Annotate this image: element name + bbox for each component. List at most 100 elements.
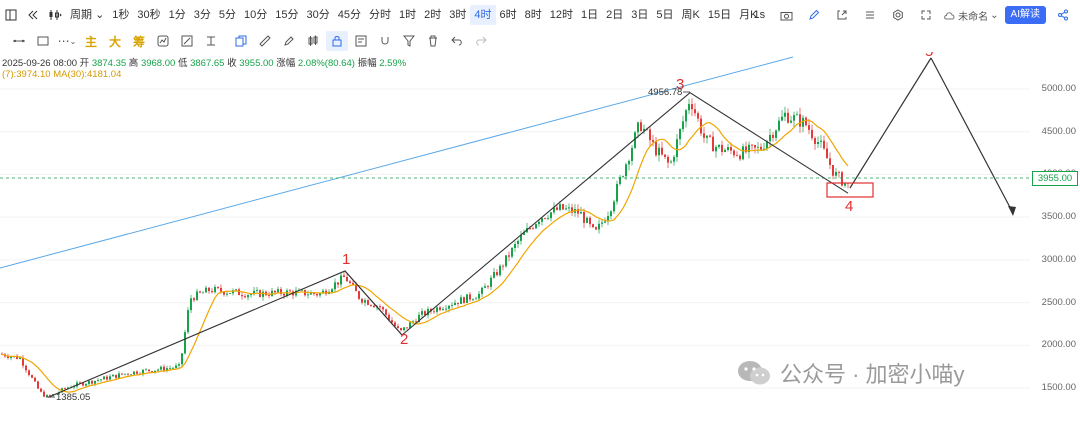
magnet-icon[interactable] (374, 31, 396, 51)
candle-body (694, 109, 696, 114)
pen-icon[interactable] (804, 5, 824, 25)
chevron-down-icon: ⌄ (95, 9, 105, 21)
candle-body (757, 146, 759, 148)
target-box[interactable] (826, 182, 874, 198)
timeframe-12[interactable]: 3时 (445, 5, 470, 25)
indicator-icon[interactable] (152, 31, 174, 51)
timeframe-16[interactable]: 12时 (546, 5, 577, 25)
candle-body (676, 139, 678, 157)
timeframe-15[interactable]: 8时 (521, 5, 546, 25)
ma-line (1, 119, 849, 393)
layout-icon[interactable] (1, 5, 21, 25)
projection-down-line[interactable] (930, 57, 1014, 214)
timeframe-14[interactable]: 6时 (496, 5, 521, 25)
timeframe-1[interactable]: 30秒 (133, 5, 164, 25)
projection-up-line[interactable] (849, 57, 932, 189)
timeframe-19[interactable]: 3日 (627, 5, 652, 25)
candle-body (739, 155, 741, 160)
camera-icon[interactable] (776, 5, 796, 25)
list-icon[interactable] (860, 5, 880, 25)
candle-body (517, 240, 519, 244)
timeframe-9[interactable]: 分时 (365, 5, 395, 25)
export-icon[interactable] (832, 5, 852, 25)
timeframe-0[interactable]: 1秒 (108, 5, 133, 25)
wave-path[interactable] (47, 92, 849, 398)
period-dropdown[interactable]: 周期 ⌄ (66, 5, 108, 25)
timeframe-10[interactable]: 1时 (395, 5, 420, 25)
timeframe-22[interactable]: 15日 (704, 5, 735, 25)
price-axis-label: 3000.00 (1041, 253, 1076, 265)
timeframe-21[interactable]: 周K (678, 5, 704, 25)
candle-body (220, 287, 222, 292)
timeframe-4[interactable]: 5分 (215, 5, 240, 25)
settings-icon[interactable] (888, 5, 908, 25)
candle-body (454, 302, 456, 305)
candle-body (43, 391, 45, 397)
delete-icon[interactable] (422, 31, 444, 51)
candle-body (463, 297, 465, 303)
candle-body (613, 201, 615, 212)
rectangle-tool-icon[interactable] (32, 31, 54, 51)
filter-icon[interactable] (398, 31, 420, 51)
undo-icon[interactable] (446, 31, 468, 51)
fullscreen-icon[interactable] (916, 5, 936, 25)
note-icon[interactable] (350, 31, 372, 51)
candle-body (712, 136, 714, 152)
text-tool-icon[interactable] (200, 31, 222, 51)
candle-body (202, 292, 204, 294)
candle-body (31, 375, 33, 378)
layout-name-dropdown[interactable]: 未命名 ⌄ (943, 8, 999, 23)
candle-body (187, 310, 189, 333)
candle-body (406, 327, 408, 329)
price-axis-label: 2000.00 (1041, 339, 1076, 351)
ruler-icon[interactable] (254, 31, 276, 51)
main-chart-toggle[interactable]: 主 (80, 31, 102, 51)
timeframe-8[interactable]: 45分 (334, 5, 365, 25)
candle-tool-icon[interactable] (302, 31, 324, 51)
candle-body (511, 247, 513, 257)
candle-body (370, 304, 372, 306)
candle-body (718, 144, 720, 147)
timeframe-13[interactable]: 4时 (470, 5, 496, 25)
candle-type-icon[interactable] (45, 5, 65, 25)
redo-icon[interactable] (470, 31, 492, 51)
candle-body (622, 176, 624, 178)
brush-icon[interactable] (278, 31, 300, 51)
timeframe-5[interactable]: 10分 (240, 5, 271, 25)
interval-button[interactable]: 1s (750, 5, 770, 25)
back-icon[interactable] (23, 5, 43, 25)
period-label: 周期 (70, 9, 92, 21)
candle-body (181, 353, 183, 365)
line-tool-icon[interactable] (8, 31, 30, 51)
candle-body (478, 293, 480, 299)
timeframe-20[interactable]: 5日 (652, 5, 677, 25)
candle-body (502, 265, 504, 267)
candle-body (670, 161, 672, 163)
share-icon[interactable] (1053, 5, 1073, 25)
timeframe-7[interactable]: 30分 (303, 5, 334, 25)
lock-icon[interactable] (326, 31, 348, 51)
candle-body (451, 304, 453, 306)
candle-body (499, 265, 501, 276)
large-order-toggle[interactable]: 大 (104, 31, 126, 51)
price-axis-label: 2500.00 (1041, 296, 1076, 308)
candle-body (436, 307, 438, 312)
ai-analysis-button[interactable]: AI解读 (1004, 6, 1046, 24)
candle-body (550, 212, 552, 219)
copy-icon[interactable] (230, 31, 252, 51)
candle-body (247, 295, 249, 298)
chip-distribution-toggle[interactable]: 筹 (128, 31, 150, 51)
timeframe-17[interactable]: 1日 (577, 5, 602, 25)
compare-icon[interactable] (176, 31, 198, 51)
timeframe-6[interactable]: 15分 (271, 5, 302, 25)
timeframe-3[interactable]: 3分 (190, 5, 215, 25)
candle-body (133, 371, 135, 375)
timeframe-18[interactable]: 2日 (602, 5, 627, 25)
candle-body (382, 307, 384, 310)
candle-body (568, 207, 570, 209)
candle-body (790, 120, 792, 123)
more-tools-icon[interactable]: ⋯ ⌄ (56, 31, 78, 51)
timeframe-11[interactable]: 2时 (420, 5, 445, 25)
candle-body (814, 138, 816, 144)
timeframe-2[interactable]: 1分 (165, 5, 190, 25)
